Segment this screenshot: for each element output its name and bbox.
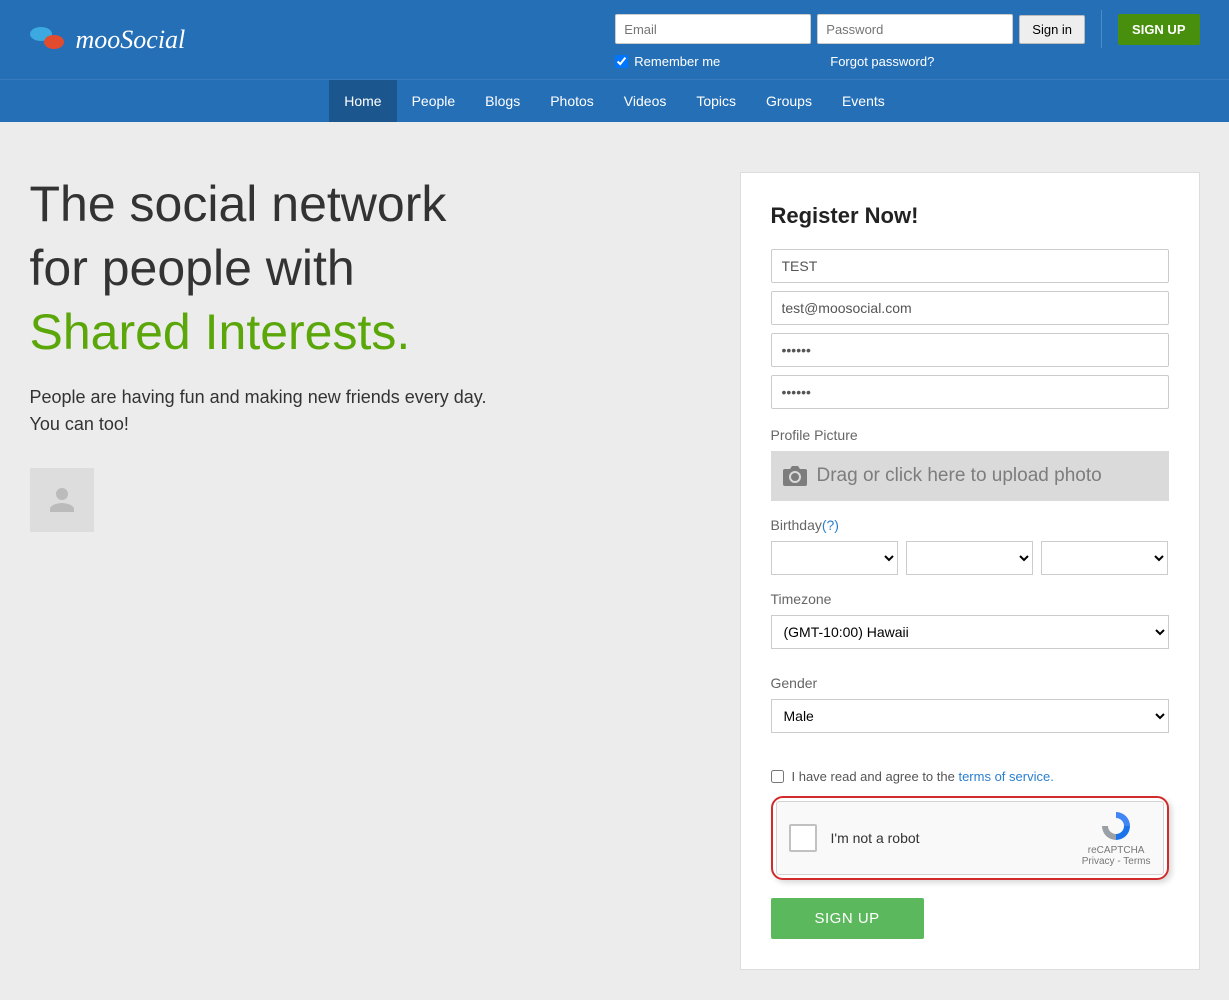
logo-icon xyxy=(30,27,70,53)
birthday-day-select[interactable] xyxy=(771,541,898,575)
upload-zone[interactable]: Drag or click here to upload photo xyxy=(771,451,1169,501)
hero-section: The social network for people with Share… xyxy=(30,172,710,970)
hero-highlight: Shared Interests. xyxy=(30,304,411,360)
hero-subhead: People are having fun and making new fri… xyxy=(30,384,710,438)
hero-headline: The social network for people with Share… xyxy=(30,172,710,364)
nav-videos[interactable]: Videos xyxy=(609,80,682,122)
nav-blogs[interactable]: Blogs xyxy=(470,80,535,122)
gender-label: Gender xyxy=(771,675,1169,691)
password-input[interactable] xyxy=(817,14,1013,44)
nav-people[interactable]: People xyxy=(397,80,471,122)
hero-line2: for people with xyxy=(30,240,355,296)
reg-email-input[interactable] xyxy=(771,291,1169,325)
recaptcha-widget: I'm not a robot reCAPTCHA Privacy - Term… xyxy=(776,801,1164,875)
header: mooSocial Sign in SIGN UP Remember me Fo… xyxy=(0,0,1229,79)
reg-password-input[interactable] xyxy=(771,333,1169,367)
remember-me-label[interactable]: Remember me xyxy=(615,54,720,69)
nav-home[interactable]: Home xyxy=(329,80,396,122)
hero-sub1: People are having fun and making new fri… xyxy=(30,387,487,407)
avatar-placeholder xyxy=(30,468,94,532)
birthday-label: Birthday(?) xyxy=(771,517,1169,533)
recaptcha-icon xyxy=(1100,810,1132,842)
recaptcha-terms-link[interactable]: Terms xyxy=(1123,856,1150,867)
recaptcha-privacy-link[interactable]: Privacy xyxy=(1082,856,1115,867)
timezone-label: Timezone xyxy=(771,591,1169,607)
avatar-icon xyxy=(44,482,80,518)
tos-row: I have read and agree to the terms of se… xyxy=(771,769,1169,784)
name-input[interactable] xyxy=(771,249,1169,283)
birthday-month-select[interactable] xyxy=(906,541,1033,575)
birthday-year-select[interactable] xyxy=(1041,541,1168,575)
email-input[interactable] xyxy=(615,14,811,44)
login-area: Sign in SIGN UP Remember me Forgot passw… xyxy=(615,10,1199,69)
forgot-password-link[interactable]: Forgot password? xyxy=(830,54,934,69)
tos-link[interactable]: terms of service. xyxy=(958,769,1053,784)
divider xyxy=(1101,10,1102,48)
signin-button[interactable]: Sign in xyxy=(1019,15,1085,44)
signup-button-header[interactable]: SIGN UP xyxy=(1118,14,1199,45)
register-title: Register Now! xyxy=(771,203,1169,229)
gender-select[interactable]: Male xyxy=(771,699,1169,733)
recaptcha-brand: reCAPTCHA Privacy - Terms xyxy=(1082,810,1151,867)
register-panel: Register Now! Profile Picture Drag or cl… xyxy=(740,172,1200,970)
recaptcha-text: I'm not a robot xyxy=(831,830,920,846)
timezone-select[interactable]: (GMT-10:00) Hawaii xyxy=(771,615,1169,649)
nav-events[interactable]: Events xyxy=(827,80,900,122)
reg-confirm-input[interactable] xyxy=(771,375,1169,409)
nav-photos[interactable]: Photos xyxy=(535,80,609,122)
nav-topics[interactable]: Topics xyxy=(681,80,751,122)
recaptcha-checkbox[interactable] xyxy=(789,824,817,852)
nav-groups[interactable]: Groups xyxy=(751,80,827,122)
camera-icon xyxy=(783,466,807,486)
tos-text: I have read and agree to the terms of se… xyxy=(792,769,1054,784)
logo[interactable]: mooSocial xyxy=(30,25,186,55)
birthday-help-icon[interactable]: (?) xyxy=(822,517,839,533)
recaptcha-highlight: I'm not a robot reCAPTCHA Privacy - Term… xyxy=(771,796,1169,880)
hero-line1: The social network xyxy=(30,176,447,232)
brand-text: mooSocial xyxy=(76,25,186,55)
tos-checkbox[interactable] xyxy=(771,770,784,783)
profile-picture-label: Profile Picture xyxy=(771,427,1169,443)
hero-sub2: You can too! xyxy=(30,414,129,434)
upload-text: Drag or click here to upload photo xyxy=(817,465,1102,487)
remember-me-text: Remember me xyxy=(634,54,720,69)
main-content: The social network for people with Share… xyxy=(15,122,1215,1000)
register-signup-button[interactable]: SIGN UP xyxy=(771,898,924,939)
remember-me-checkbox[interactable] xyxy=(615,55,628,68)
main-nav: Home People Blogs Photos Videos Topics G… xyxy=(0,79,1229,122)
